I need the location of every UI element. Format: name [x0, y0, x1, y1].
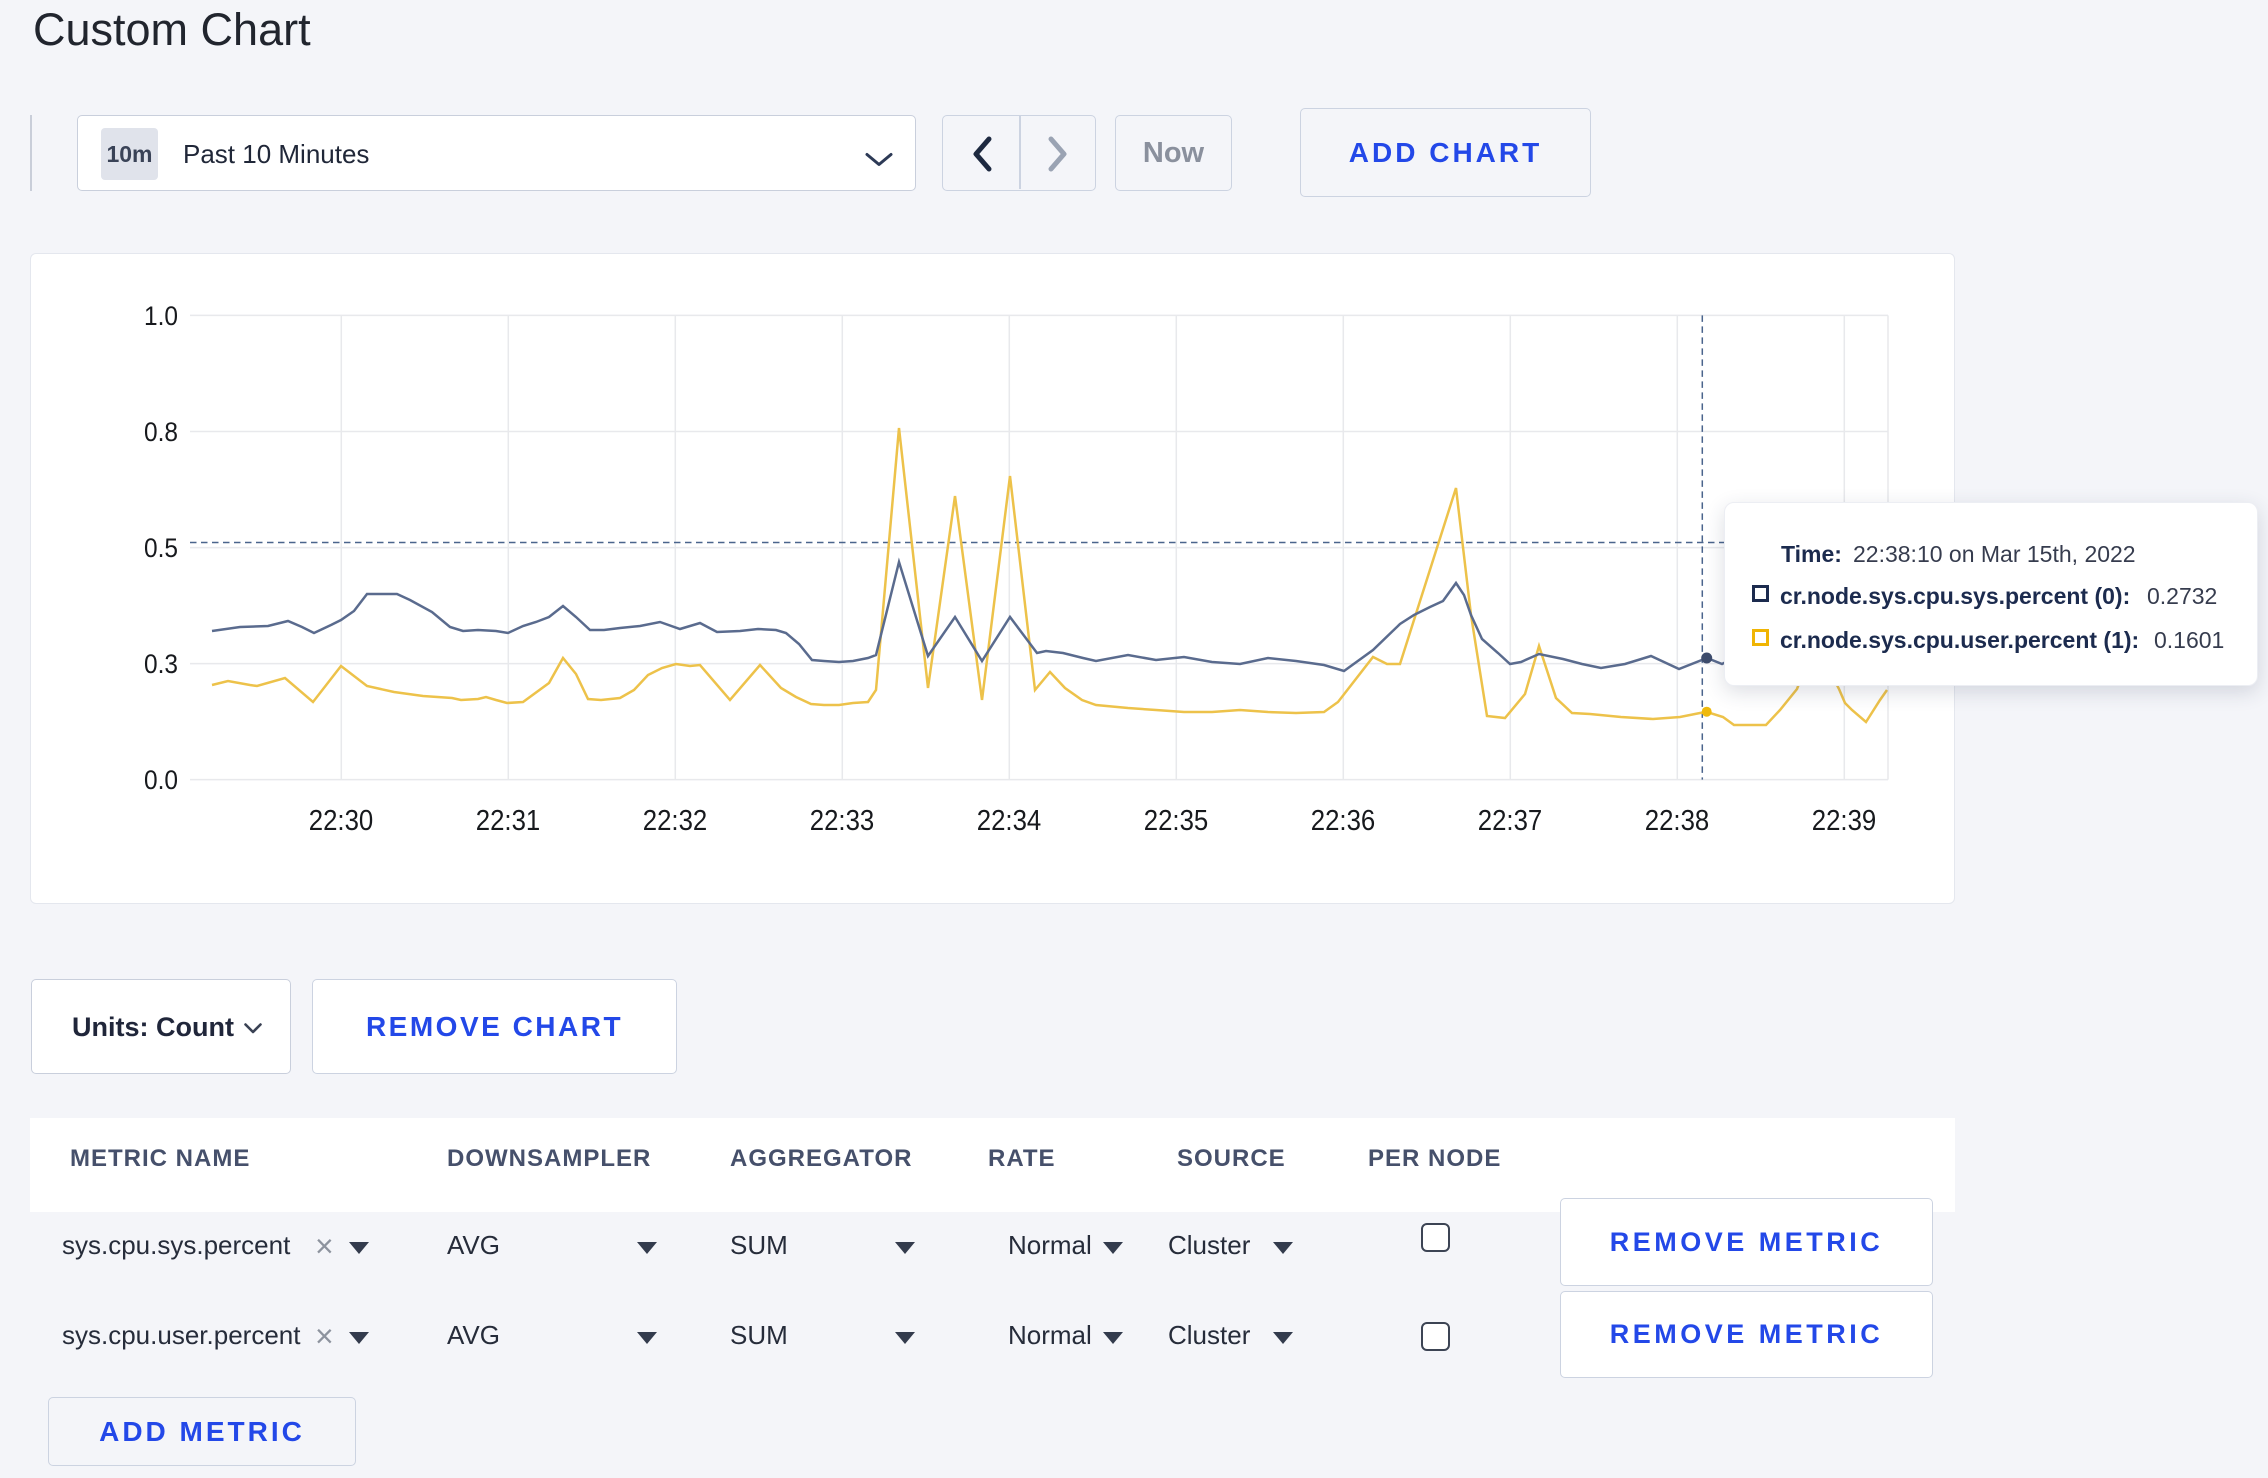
- svg-text:22:37: 22:37: [1478, 805, 1543, 837]
- svg-text:22:33: 22:33: [810, 805, 875, 837]
- svg-text:0.3: 0.3: [144, 649, 178, 679]
- svg-text:0.0: 0.0: [144, 765, 178, 795]
- svg-text:22:38: 22:38: [1645, 805, 1710, 837]
- svg-text:0.5: 0.5: [144, 533, 178, 563]
- svg-text:0.8: 0.8: [144, 417, 178, 447]
- svg-text:22:31: 22:31: [476, 805, 541, 837]
- svg-text:1.0: 1.0: [144, 301, 178, 331]
- svg-text:22:35: 22:35: [1144, 805, 1209, 837]
- svg-text:22:32: 22:32: [643, 805, 708, 837]
- svg-text:22:30: 22:30: [309, 805, 374, 837]
- svg-text:22:34: 22:34: [977, 805, 1042, 837]
- svg-text:22:36: 22:36: [1311, 805, 1376, 837]
- svg-text:22:39: 22:39: [1812, 805, 1877, 837]
